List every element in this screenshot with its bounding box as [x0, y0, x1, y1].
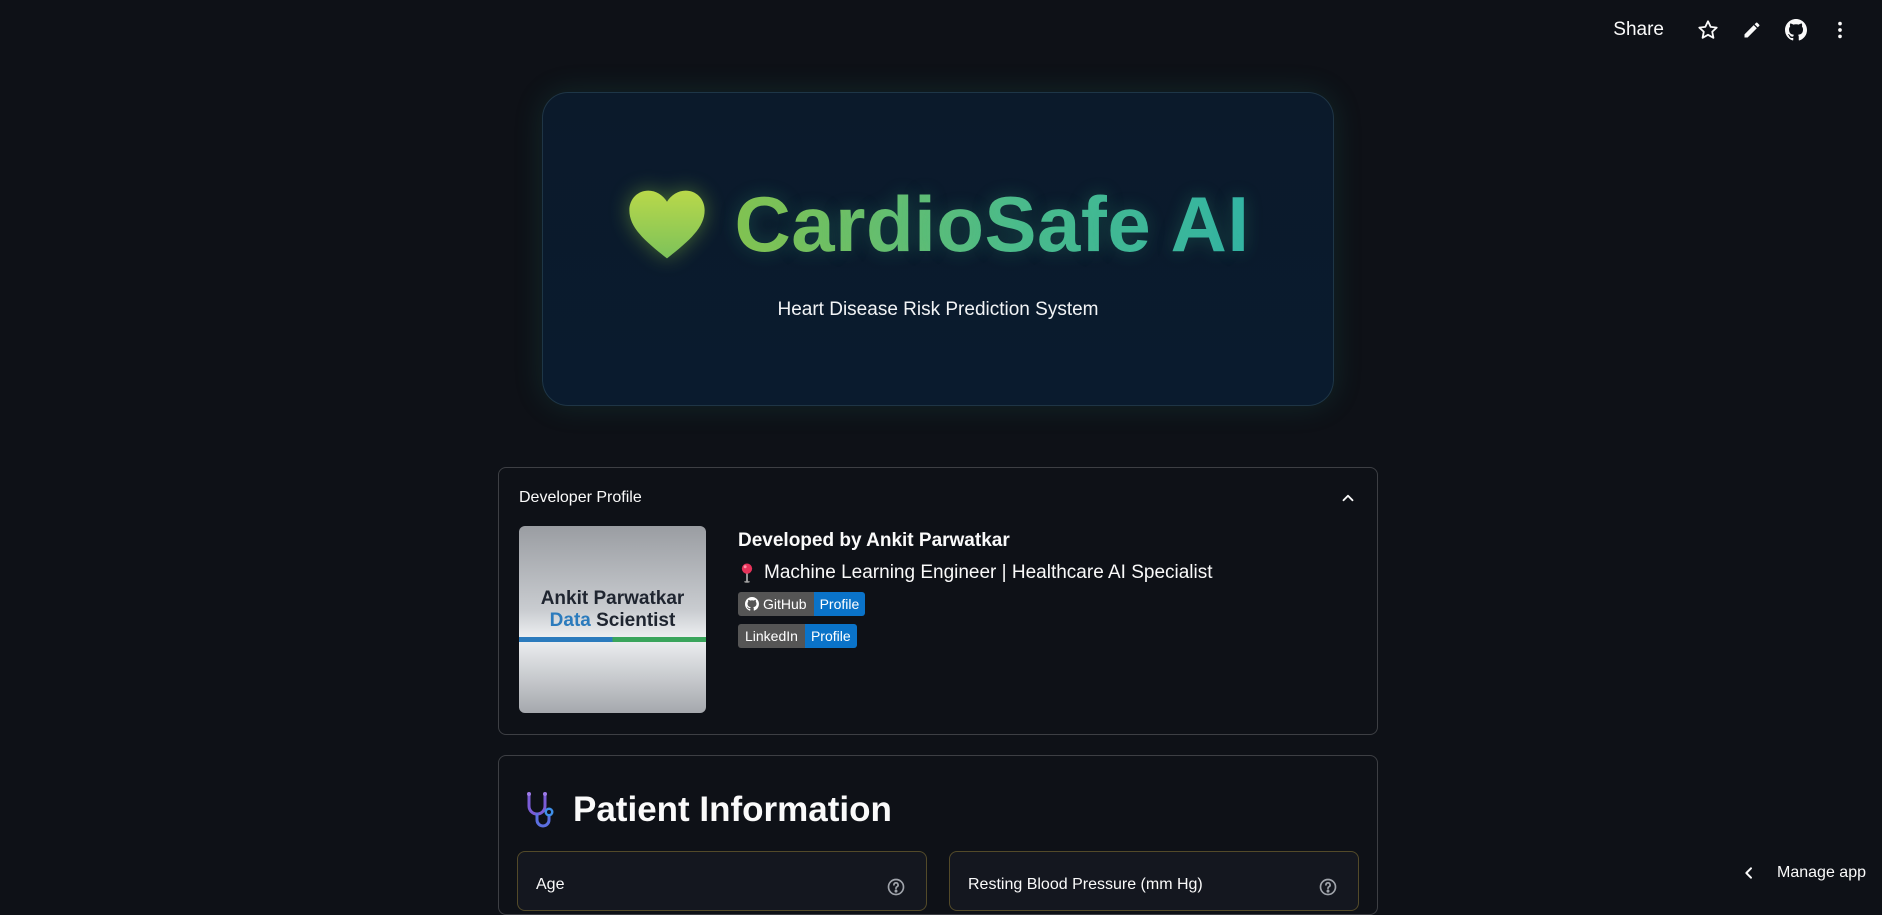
github-profile-badge[interactable]: GitHub Profile	[738, 592, 865, 616]
hero-title-row: CardioSafe AI	[543, 185, 1333, 263]
app-toolbar: Share	[1613, 0, 1882, 60]
developer-profile-expander: Developer Profile Ankit Parwatkar Data S…	[498, 467, 1378, 735]
more-vertical-icon[interactable]	[1818, 8, 1862, 52]
developer-role: Machine Learning Engineer | Healthcare A…	[738, 562, 1213, 584]
heart-icon	[626, 188, 708, 260]
expander-title: Developer Profile	[519, 489, 642, 507]
photo-name-text: Ankit Parwatkar	[519, 588, 706, 610]
badge-left-label: LinkedIn	[738, 624, 805, 648]
chevron-left-icon	[1741, 865, 1757, 881]
resting-blood-pressure-label: Resting Blood Pressure (mm Hg)	[968, 876, 1203, 894]
developer-role-text: Machine Learning Engineer | Healthcare A…	[764, 562, 1213, 584]
profile-photo: Ankit Parwatkar Data Scientist	[519, 526, 706, 713]
badge-left-label: GitHub	[763, 596, 807, 612]
manage-app-label: Manage app	[1777, 864, 1866, 882]
patient-title: Patient Information	[573, 790, 892, 830]
photo-role-rest: Scientist	[596, 610, 675, 631]
resting-blood-pressure-field[interactable]: Resting Blood Pressure (mm Hg)	[949, 851, 1359, 911]
photo-role-text: Data Scientist	[519, 610, 706, 632]
expander-header[interactable]: Developer Profile	[499, 468, 1377, 528]
help-icon[interactable]	[1318, 877, 1338, 897]
badge-right-label: Profile	[814, 592, 866, 616]
pin-icon	[738, 562, 756, 584]
profile-info: Developed by Ankit Parwatkar Machine Lea…	[738, 530, 1213, 656]
linkedin-profile-badge[interactable]: LinkedIn Profile	[738, 624, 857, 648]
developer-name: Developed by Ankit Parwatkar	[738, 530, 1213, 552]
patient-information-card: Patient Information Age Resting Blood Pr…	[498, 755, 1378, 915]
photo-role-accent: Data	[550, 610, 591, 631]
app-subtitle: Heart Disease Risk Prediction System	[543, 299, 1333, 321]
help-icon[interactable]	[886, 877, 906, 897]
age-label: Age	[536, 876, 564, 894]
hero-banner: CardioSafe AI Heart Disease Risk Predict…	[542, 92, 1334, 406]
github-icon[interactable]	[1774, 8, 1818, 52]
star-icon[interactable]	[1686, 8, 1730, 52]
manage-app-button[interactable]: Manage app	[1741, 859, 1866, 887]
github-icon	[745, 597, 759, 611]
patient-header: Patient Information	[521, 790, 892, 830]
stethoscope-icon	[521, 790, 561, 830]
age-field[interactable]: Age	[517, 851, 927, 911]
pencil-icon[interactable]	[1730, 8, 1774, 52]
chevron-up-icon[interactable]	[1339, 489, 1357, 507]
share-button[interactable]: Share	[1613, 19, 1664, 41]
badge-left: GitHub	[738, 592, 814, 616]
app-title: CardioSafe AI	[734, 185, 1249, 263]
badge-right-label: Profile	[805, 624, 857, 648]
photo-stripe	[519, 637, 706, 642]
